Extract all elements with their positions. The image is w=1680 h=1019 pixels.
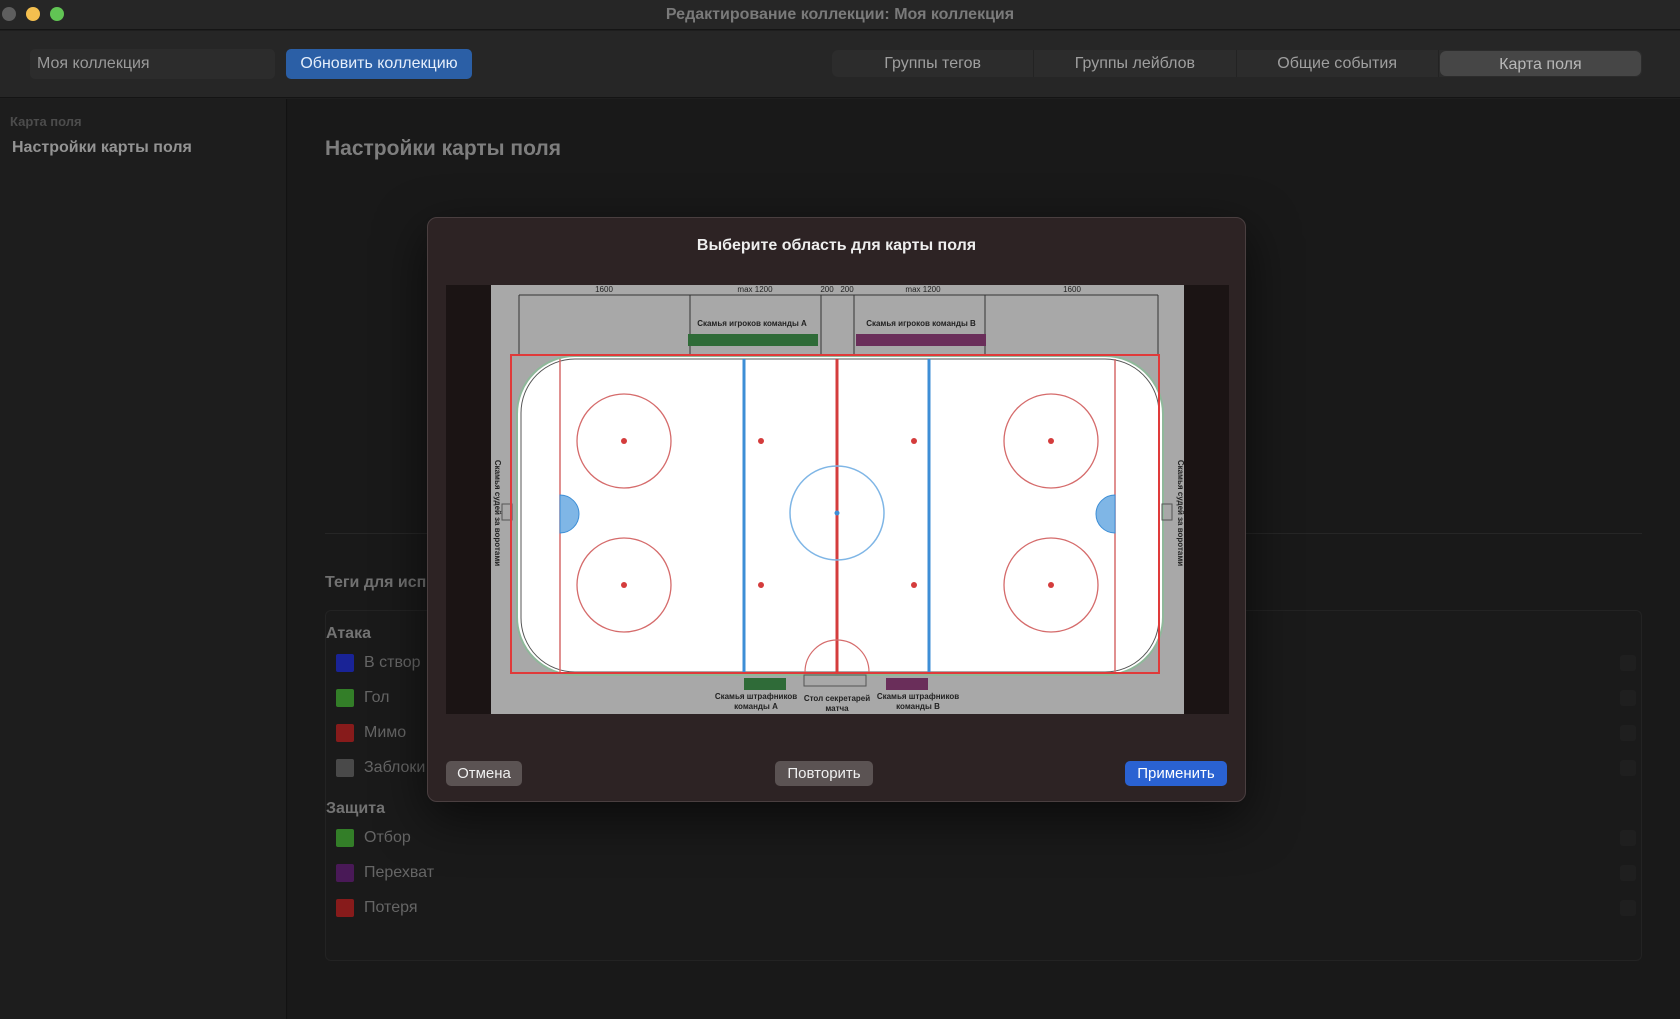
tab-label-groups[interactable]: Группы лейблов [1034, 50, 1237, 77]
dim-label: 200 [820, 285, 834, 294]
secretary-label: матча [825, 704, 849, 713]
window-title: Редактирование коллекции: Моя коллекция [665, 6, 1015, 23]
dialog-title: Выберите область для карты поля [696, 237, 977, 254]
collection-name-field[interactable]: Моя коллекция [30, 49, 275, 79]
tab-tag-groups[interactable]: Группы тегов [832, 50, 1035, 77]
penalty-a-label: Скамья штрафников [715, 692, 797, 701]
hockey-rink-diagram: 1600 max 1200 200 200 max 1200 1600 Скам… [491, 285, 1185, 714]
toolbar: Моя коллекция Обновить коллекцию Группы … [0, 31, 1680, 98]
refresh-collection-button[interactable]: Обновить коллекцию [286, 49, 472, 79]
side-label-left: Скамья судей за воротами [493, 460, 502, 566]
apply-button[interactable]: Применить [1125, 761, 1227, 786]
repeat-button[interactable]: Повторить [775, 761, 873, 786]
cancel-button[interactable]: Отмена [446, 761, 522, 786]
dim-label: max 1200 [737, 285, 773, 294]
penalty-b-label: команды В [896, 702, 940, 711]
dim-label: 1600 [595, 285, 613, 294]
dim-label: 1600 [1063, 285, 1081, 294]
image-crop-area[interactable]: 1600 max 1200 200 200 max 1200 1600 Скам… [446, 285, 1229, 714]
title-bar: Редактирование коллекции: Моя коллекция [0, 0, 1680, 30]
bench-b-label: Скамья игроков команды В [866, 319, 976, 328]
side-label-right: Скамья судей за воротами [1176, 460, 1184, 566]
tab-common-events[interactable]: Общие события [1237, 50, 1439, 77]
dim-label: 200 [840, 285, 854, 294]
penalty-a-label: команды А [734, 702, 778, 711]
bench-a [688, 334, 818, 346]
bench-a-label: Скамья игроков команды А [697, 319, 807, 328]
dim-label: max 1200 [905, 285, 941, 294]
bench-b [856, 334, 986, 346]
tab-field-map[interactable]: Карта поля [1439, 51, 1641, 76]
secretary-label: Стол секретарей [804, 694, 870, 703]
rink-image: 1600 max 1200 200 200 max 1200 1600 Скам… [491, 285, 1185, 714]
select-area-dialog: Выберите область для карты поля 1600 max… [427, 217, 1246, 802]
app-window: Редактирование коллекции: Моя коллекция … [0, 0, 1680, 1019]
section-tabs: Группы тегов Группы лейблов Общие событи… [832, 50, 1642, 77]
penalty-b-label: Скамья штрафников [877, 692, 959, 701]
